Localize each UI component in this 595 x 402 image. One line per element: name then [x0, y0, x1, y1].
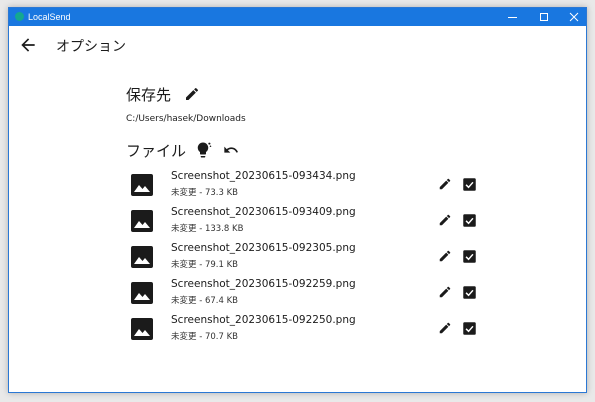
- pencil-icon: [439, 178, 451, 190]
- options-content: 保存先 C:/Users/hasek/Downloads ファイル Screen…: [126, 82, 476, 348]
- app-window: LocalSend オプション 保存先 C:/Users/hasek/Downl…: [8, 7, 587, 393]
- minimize-button[interactable]: [496, 8, 528, 26]
- undo-icon: [224, 146, 238, 153]
- file-name: Screenshot_20230615-092250.png: [171, 314, 356, 326]
- pencil-icon: [439, 322, 451, 334]
- pencil-icon: [439, 214, 451, 226]
- files-title: ファイル: [126, 141, 187, 160]
- app-bar: オプション: [9, 26, 586, 62]
- file-row: Screenshot_20230615-093434.png 未変更 - 73.…: [126, 168, 476, 204]
- files-heading: ファイル: [126, 138, 476, 162]
- maximize-button[interactable]: [528, 8, 560, 26]
- title-bar[interactable]: LocalSend: [9, 8, 586, 26]
- minimize-icon: [507, 16, 517, 18]
- file-row: Screenshot_20230615-092259.png 未変更 - 67.…: [126, 276, 476, 312]
- image-file-icon: [130, 245, 154, 269]
- image-file-icon: [130, 209, 154, 233]
- back-button[interactable]: [18, 35, 38, 55]
- destination-heading: 保存先: [126, 82, 476, 106]
- file-name: Screenshot_20230615-092305.png: [171, 242, 356, 254]
- close-button[interactable]: [558, 8, 590, 26]
- checkbox-checked-icon: [462, 285, 476, 299]
- undo-button[interactable]: [222, 141, 240, 159]
- checkbox-checked-icon: [462, 321, 476, 335]
- lightbulb-icon: [197, 142, 212, 158]
- rename-file-button[interactable]: [436, 283, 454, 301]
- file-meta: 未変更 - 70.7 KB: [171, 332, 239, 342]
- file-meta: 未変更 - 133.8 KB: [171, 224, 244, 234]
- edit-destination-button[interactable]: [183, 85, 201, 103]
- file-name: Screenshot_20230615-092259.png: [171, 278, 356, 290]
- app-logo-icon: [15, 12, 24, 21]
- pencil-icon: [439, 286, 451, 298]
- maximize-icon: [540, 13, 548, 21]
- file-checkbox[interactable]: [460, 211, 478, 229]
- image-file-icon: [130, 173, 154, 197]
- page-title: オプション: [56, 39, 126, 55]
- arrow-back-icon: [21, 38, 35, 52]
- file-checkbox[interactable]: [460, 175, 478, 193]
- rename-file-button[interactable]: [436, 319, 454, 337]
- file-meta: 未変更 - 73.3 KB: [171, 188, 239, 198]
- window-title: LocalSend: [28, 12, 71, 22]
- rename-file-button[interactable]: [436, 175, 454, 193]
- file-list: Screenshot_20230615-093434.png 未変更 - 73.…: [126, 168, 476, 348]
- file-row: Screenshot_20230615-093409.png 未変更 - 133…: [126, 204, 476, 240]
- file-checkbox[interactable]: [460, 283, 478, 301]
- checkbox-checked-icon: [462, 213, 476, 227]
- destination-title: 保存先: [126, 85, 172, 104]
- file-name: Screenshot_20230615-093434.png: [171, 170, 356, 182]
- file-meta: 未変更 - 79.1 KB: [171, 260, 239, 270]
- checkbox-checked-icon: [462, 177, 476, 191]
- file-meta: 未変更 - 67.4 KB: [171, 296, 239, 306]
- file-checkbox[interactable]: [460, 319, 478, 337]
- image-file-icon: [130, 281, 154, 305]
- file-row: Screenshot_20230615-092250.png 未変更 - 70.…: [126, 312, 476, 348]
- file-row: Screenshot_20230615-092305.png 未変更 - 79.…: [126, 240, 476, 276]
- file-name: Screenshot_20230615-093409.png: [171, 206, 356, 218]
- pencil-icon: [439, 250, 451, 262]
- file-checkbox[interactable]: [460, 247, 478, 265]
- close-icon: [569, 12, 579, 22]
- image-file-icon: [130, 317, 154, 341]
- destination-path: C:/Users/hasek/Downloads: [126, 114, 246, 124]
- checkbox-checked-icon: [462, 249, 476, 263]
- rename-file-button[interactable]: [436, 211, 454, 229]
- auto-rename-button[interactable]: [194, 141, 212, 159]
- pencil-icon: [186, 87, 199, 100]
- rename-file-button[interactable]: [436, 247, 454, 265]
